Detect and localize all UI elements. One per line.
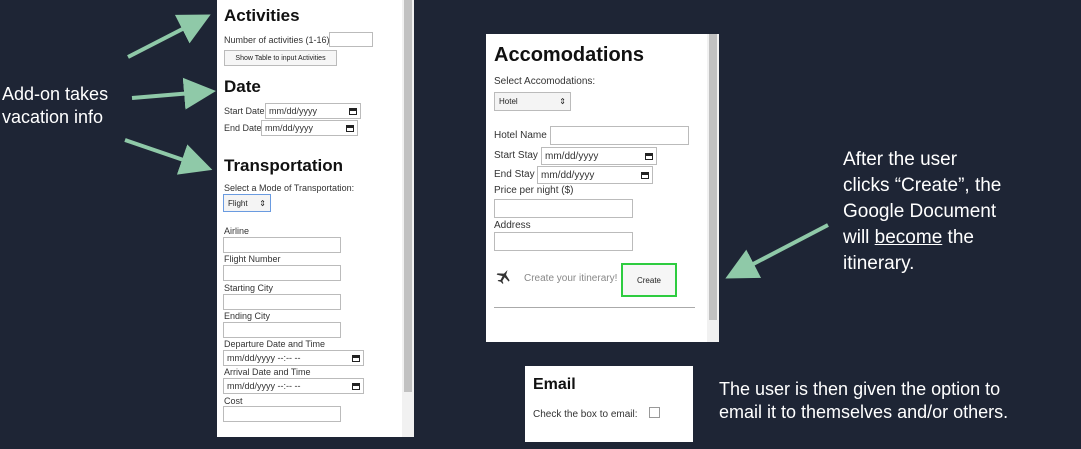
create-prompt: Create your itinerary! <box>524 273 618 284</box>
start-stay-input[interactable]: mm/dd/yyyy <box>541 147 657 165</box>
activities-heading: Activities <box>224 6 300 25</box>
airline-label: Airline <box>224 226 250 236</box>
activities-count-label: Number of activities (1-16): <box>224 35 333 45</box>
departure-input[interactable]: mm/dd/yyyy --:-- -- <box>223 350 364 366</box>
email-checkbox-label: Check the box to email: <box>533 409 638 420</box>
email-annotation: The user is then given the option to ema… <box>719 378 1008 424</box>
address-input[interactable] <box>494 232 633 251</box>
address-label: Address <box>494 220 531 231</box>
scrollbar-thumb[interactable] <box>709 34 717 320</box>
activities-count-input[interactable] <box>329 32 373 47</box>
airplane-icon <box>496 269 510 284</box>
arrow-to-transportation <box>124 138 213 175</box>
email-annotation-line1: The user is then given the option to <box>719 379 1001 399</box>
end-stay-input[interactable]: mm/dd/yyyy <box>537 166 653 184</box>
transport-mode-label: Select a Mode of Transportation: <box>224 183 355 193</box>
starting-city-label: Starting City <box>224 283 274 293</box>
airline-input[interactable] <box>223 237 341 253</box>
addon-annotation: Add-on takes vacation info <box>2 83 108 129</box>
start-stay-label: Start Stay <box>494 150 538 161</box>
flight-number-input[interactable] <box>223 265 341 281</box>
arrival-value: mm/dd/yyyy --:-- -- <box>227 381 301 391</box>
date-heading: Date <box>224 77 261 96</box>
email-heading: Email <box>533 376 576 393</box>
arrival-input[interactable]: mm/dd/yyyy --:-- -- <box>223 378 364 394</box>
accommodations-select[interactable]: Hotel ⇕ <box>494 92 571 111</box>
create-annotation-line4: will become the <box>843 225 1001 251</box>
create-annotation-line4-post: the <box>942 227 974 248</box>
email-checkbox[interactable] <box>649 407 660 418</box>
divider <box>494 307 695 308</box>
create-annotation: After the user clicks “Create”, the Goog… <box>843 147 1001 277</box>
calendar-icon[interactable] <box>349 107 357 115</box>
transport-mode-value: Flight <box>228 198 248 208</box>
select-arrows-icon: ⇕ <box>559 97 566 106</box>
vacation-form-panel: Activities Number of activities (1-16): … <box>217 0 414 437</box>
accommodations-select-label: Select Accomodations: <box>494 76 596 87</box>
calendar-icon[interactable] <box>346 124 354 132</box>
end-stay-value: mm/dd/yyyy <box>541 169 595 181</box>
start-date-value: mm/dd/yyyy <box>269 106 318 116</box>
hotel-name-input[interactable] <box>550 126 689 145</box>
end-date-value: mm/dd/yyyy <box>265 123 314 133</box>
accommodations-panel: Accomodations Select Accomodations: Hote… <box>486 34 719 342</box>
show-table-button[interactable]: Show Table to input Activities <box>224 50 337 66</box>
arrow-to-create <box>725 223 829 279</box>
create-annotation-line4-pre: will <box>843 227 875 248</box>
create-annotation-line4-underlined: become <box>874 227 943 248</box>
email-panel: Email Check the box to email: <box>525 366 693 442</box>
accommodations-heading: Accomodations <box>494 44 645 66</box>
end-date-input[interactable]: mm/dd/yyyy <box>261 120 358 136</box>
calendar-icon[interactable] <box>645 152 653 160</box>
calendar-icon[interactable] <box>352 382 360 390</box>
create-button[interactable]: Create <box>621 263 677 297</box>
price-label: Price per night ($) <box>494 185 574 196</box>
ending-city-label: Ending City <box>224 311 271 321</box>
scrollbar-thumb[interactable] <box>404 0 412 392</box>
flight-number-label: Flight Number <box>224 254 281 264</box>
select-arrows-icon: ⇕ <box>259 198 266 208</box>
departure-value: mm/dd/yyyy --:-- -- <box>227 353 301 363</box>
arrow-to-date <box>131 77 216 110</box>
calendar-icon[interactable] <box>641 171 649 179</box>
create-annotation-line2: clicks “Create”, the <box>843 175 1002 196</box>
price-input[interactable] <box>494 199 633 218</box>
create-annotation-line1: After the user <box>843 149 958 170</box>
addon-annotation-line2: vacation info <box>2 107 104 127</box>
create-annotation-line5: itinerary. <box>843 253 915 274</box>
email-annotation-line2: email it to themselves and/or others. <box>719 402 1009 422</box>
cost-label: Cost <box>224 396 243 406</box>
scrollbar[interactable] <box>707 34 719 342</box>
start-stay-value: mm/dd/yyyy <box>545 150 599 162</box>
arrival-label: Arrival Date and Time <box>224 367 311 377</box>
start-date-input[interactable]: mm/dd/yyyy <box>265 103 361 119</box>
arrow-to-activities <box>127 14 211 59</box>
create-annotation-line3: Google Document <box>843 201 997 222</box>
hotel-name-label: Hotel Name <box>494 130 547 141</box>
calendar-icon[interactable] <box>352 354 360 362</box>
ending-city-input[interactable] <box>223 322 341 338</box>
addon-annotation-line1: Add-on takes <box>2 84 109 104</box>
cost-input[interactable] <box>223 406 341 422</box>
end-stay-label: End Stay <box>494 169 535 180</box>
departure-label: Departure Date and Time <box>224 339 326 349</box>
scrollbar[interactable] <box>402 0 414 437</box>
accommodations-select-value: Hotel <box>499 97 518 106</box>
starting-city-input[interactable] <box>223 294 341 310</box>
transport-mode-select[interactable]: Flight ⇕ <box>223 194 271 212</box>
start-date-label: Start Date <box>224 106 265 116</box>
transportation-heading: Transportation <box>224 156 344 175</box>
end-date-label: End Date <box>224 123 262 133</box>
